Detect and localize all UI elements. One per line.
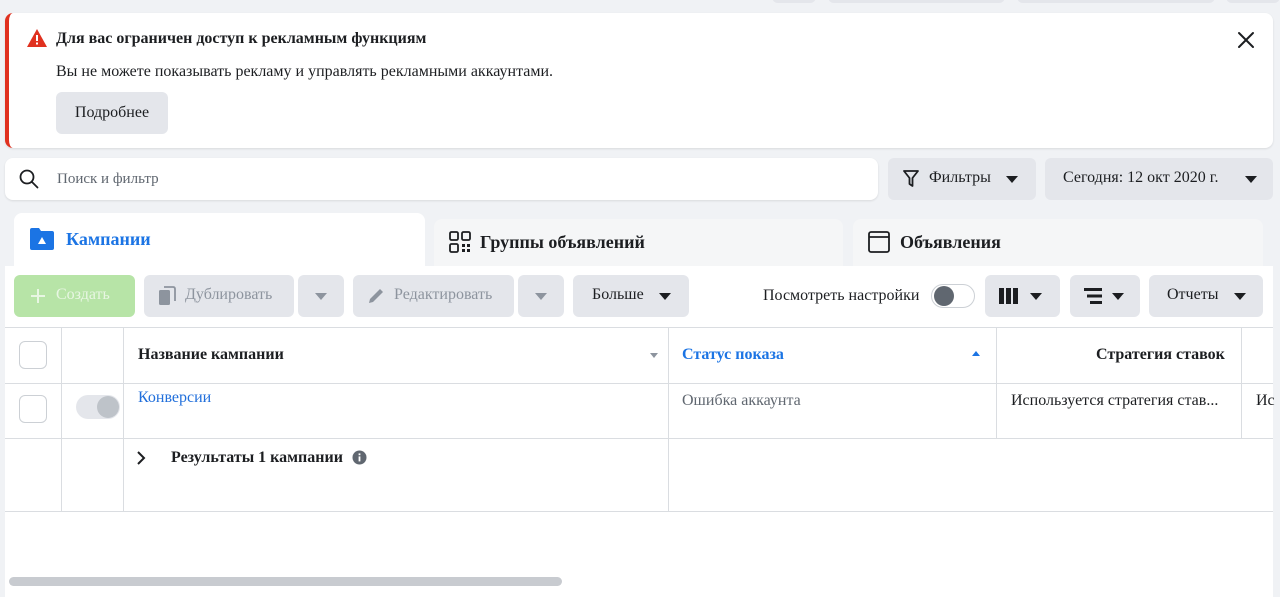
- view-settings-toggle[interactable]: [931, 284, 975, 308]
- tab-label: Объявления: [900, 232, 1001, 252]
- divider: [5, 511, 1273, 512]
- search-bar: [5, 158, 878, 200]
- column-header-status[interactable]: Статус показа: [682, 346, 784, 364]
- delivery-status: Ошибка аккаунта: [682, 392, 801, 409]
- divider: [5, 383, 1273, 384]
- campaign-name-link[interactable]: Конверсии: [138, 389, 211, 407]
- alert-message: Вы не можете показывать рекламу и управл…: [56, 63, 554, 80]
- top-pill: [1226, 0, 1280, 3]
- bid-strategy: Используется стратегия став...: [1011, 392, 1219, 409]
- create-button[interactable]: Создать: [14, 275, 135, 317]
- row-checkbox[interactable]: [19, 395, 47, 423]
- chevron-right-icon[interactable]: [136, 450, 146, 466]
- sort-up-icon[interactable]: [972, 351, 980, 356]
- top-pill: [772, 0, 816, 3]
- filters-button[interactable]: Фильтры: [888, 158, 1036, 200]
- info-icon[interactable]: [352, 450, 367, 465]
- tab-campaigns[interactable]: Кампании: [14, 213, 425, 267]
- duplicate-dropdown-button[interactable]: [298, 275, 344, 317]
- view-settings-label: Посмотреть настройки: [763, 287, 920, 304]
- edit-dropdown-button[interactable]: [518, 275, 564, 317]
- more-button[interactable]: Больше: [573, 275, 689, 317]
- top-pill: [828, 0, 1005, 3]
- restriction-alert: Для вас ограничен доступ к рекламным фун…: [5, 13, 1273, 148]
- search-icon: [19, 169, 39, 189]
- close-icon[interactable]: [1235, 29, 1257, 51]
- horizontal-scrollbar[interactable]: [9, 577, 562, 586]
- date-range-button[interactable]: Сегодня: 12 окт 2020 г.: [1045, 158, 1273, 200]
- pencil-icon: [369, 289, 383, 303]
- top-pill: [1017, 0, 1215, 3]
- date-range-label: Сегодня: 12 окт 2020 г.: [1063, 169, 1219, 186]
- chevron-down-icon: [1030, 293, 1042, 300]
- breakdown-icon: [1084, 288, 1102, 304]
- duplicate-button[interactable]: Дублировать: [144, 275, 294, 317]
- chevron-down-icon: [1245, 176, 1257, 183]
- breakdown-button[interactable]: [1070, 275, 1140, 317]
- top-strip: [0, 0, 1280, 6]
- tab-label: Кампании: [66, 229, 151, 249]
- toggle-knob: [934, 286, 954, 306]
- select-all-checkbox[interactable]: [19, 341, 47, 369]
- columns-icon: [999, 288, 1018, 304]
- more-label: Больше: [592, 286, 644, 303]
- edit-button[interactable]: Редактировать: [353, 275, 514, 317]
- duplicate-icon: [159, 286, 176, 305]
- results-summary: Результаты 1 кампании: [171, 449, 343, 466]
- tab-label: Группы объявлений: [480, 232, 645, 252]
- chevron-down-icon: [1112, 293, 1124, 300]
- chevron-down-icon: [659, 293, 671, 300]
- chevron-down-icon: [535, 293, 547, 300]
- next-column-cell: Ис: [1256, 392, 1275, 409]
- create-label: Создать: [56, 286, 110, 303]
- divider: [5, 327, 1273, 328]
- alert-title: Для вас ограничен доступ к рекламным фун…: [56, 30, 427, 47]
- divider: [123, 327, 124, 511]
- plus-icon: [31, 289, 45, 303]
- divider: [5, 438, 1273, 439]
- divider: [996, 327, 997, 438]
- warning-icon: [27, 29, 47, 47]
- edit-label: Редактировать: [394, 286, 493, 303]
- chevron-down-icon: [315, 293, 327, 300]
- filters-label: Фильтры: [929, 169, 991, 186]
- toggle-knob: [97, 396, 119, 418]
- folder-icon: [30, 228, 54, 250]
- divider: [1241, 327, 1242, 438]
- column-header-name[interactable]: Название кампании: [138, 346, 284, 364]
- reports-button[interactable]: Отчеты: [1149, 275, 1263, 317]
- divider: [668, 327, 669, 511]
- duplicate-label: Дублировать: [185, 286, 273, 303]
- grid-icon: [449, 231, 471, 253]
- chevron-down-icon: [1006, 176, 1018, 183]
- tab-ads[interactable]: Объявления: [853, 219, 1263, 267]
- divider: [61, 327, 62, 511]
- search-input[interactable]: [57, 167, 857, 191]
- sort-down-icon[interactable]: [650, 353, 658, 358]
- column-header-strategy[interactable]: Стратегия ставок: [1096, 346, 1225, 364]
- reports-label: Отчеты: [1167, 286, 1219, 303]
- learn-more-button[interactable]: Подробнее: [56, 92, 168, 134]
- campaigns-panel: Создать Дублировать Редактировать Больше…: [5, 266, 1275, 597]
- chevron-down-icon: [1234, 293, 1246, 300]
- columns-button[interactable]: [985, 275, 1060, 317]
- window-icon: [868, 231, 890, 253]
- campaign-toggle[interactable]: [76, 395, 120, 419]
- tab-ad-sets[interactable]: Группы объявлений: [434, 219, 843, 267]
- filter-icon: [903, 170, 919, 187]
